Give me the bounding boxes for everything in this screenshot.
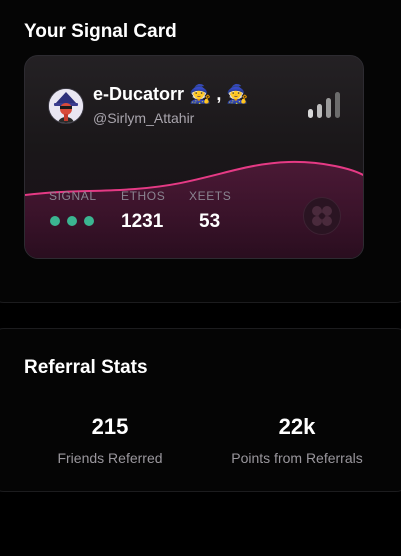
signal-card-title: Your Signal Card — [24, 21, 177, 42]
ethos-label: ETHOS — [121, 189, 166, 203]
avatar[interactable] — [48, 88, 84, 124]
avatar-image — [49, 89, 83, 123]
friends-referred-value: 215 — [91, 414, 129, 439]
signal-card-panel: Your Signal Card e-Ducatorr 🧙 , 🧙 @Sirly… — [0, 0, 401, 303]
signal-label: SIGNAL — [49, 189, 97, 203]
signal-dot — [84, 216, 94, 226]
xeets-label: XEETS — [189, 189, 232, 203]
display-name: e-Ducatorr 🧙 , 🧙 — [93, 84, 249, 104]
signal-dot — [50, 216, 60, 226]
xeets-value: 53 — [199, 211, 221, 232]
ethos-value: 1231 — [121, 211, 164, 232]
brand-logo-icon — [303, 197, 341, 235]
points-from-referrals-value: 22k — [278, 414, 316, 439]
signal-card[interactable]: e-Ducatorr 🧙 , 🧙 @Sirlym_Attahir SIGNAL … — [24, 55, 364, 259]
signal-level-indicator — [50, 216, 96, 228]
friends-referred-label: Friends Referred — [57, 450, 163, 466]
signal-dot — [67, 216, 77, 226]
referral-stats-panel: Referral Stats 215 Friends Referred 22k … — [0, 328, 401, 492]
signal-bars-icon — [308, 92, 340, 118]
referral-stats-title: Referral Stats — [24, 357, 148, 378]
user-handle[interactable]: @Sirlym_Attahir — [93, 110, 194, 126]
points-from-referrals-label: Points from Referrals — [231, 450, 363, 466]
